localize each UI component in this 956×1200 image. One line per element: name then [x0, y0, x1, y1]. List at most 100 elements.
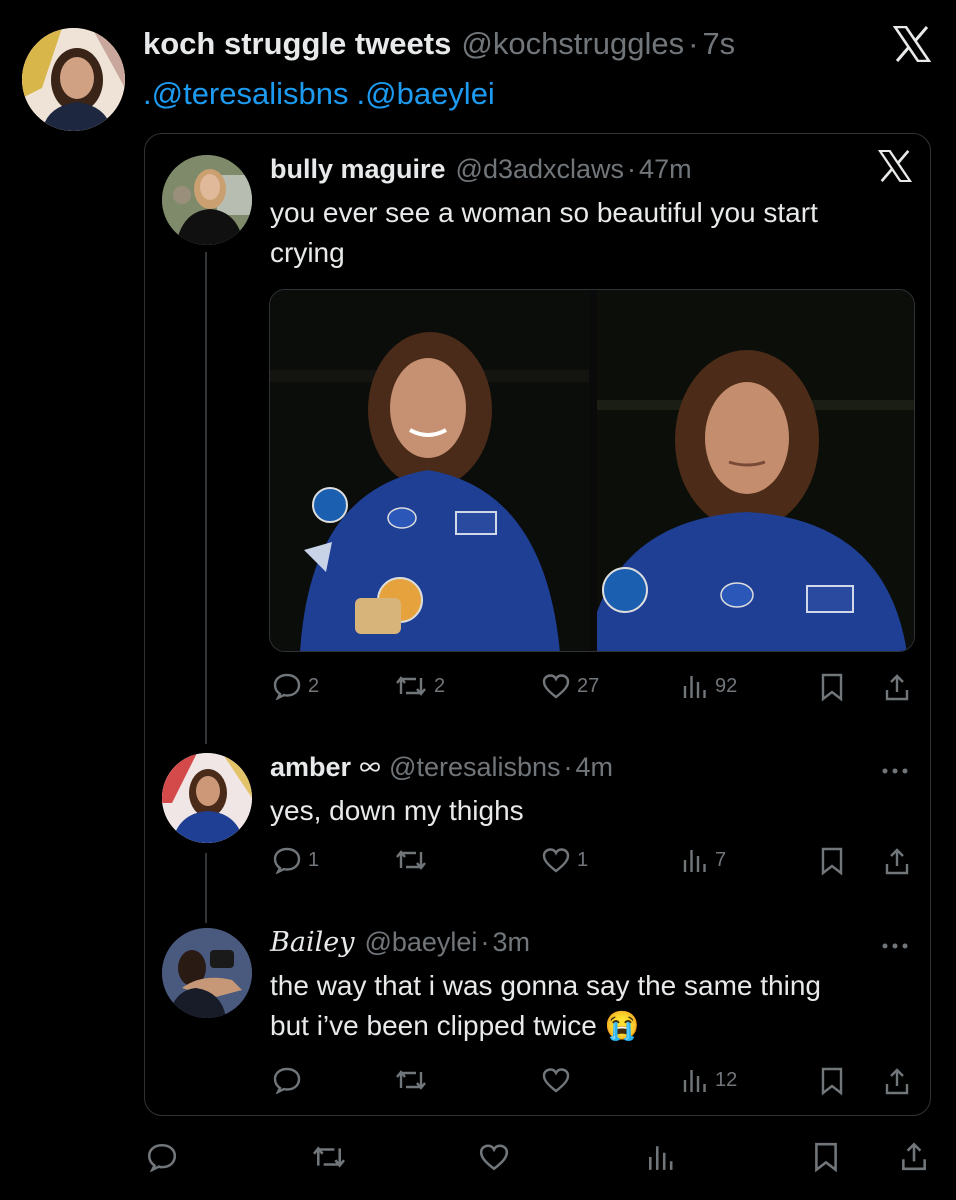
more-options-icon[interactable]: [880, 937, 910, 949]
tweet-text-line: but i’ve been clipped twice: [270, 1010, 597, 1041]
reply1-handle[interactable]: @teresalisbns: [389, 752, 560, 783]
like-count: 1: [577, 848, 589, 871]
main-bookmark-button[interactable]: [812, 1141, 840, 1173]
avatar-photo: [162, 155, 252, 245]
view-count: 7: [715, 848, 727, 871]
like-button[interactable]: 27: [541, 672, 599, 700]
reply2-handle[interactable]: @baeylei: [364, 927, 477, 958]
media-photo-left[interactable]: [270, 290, 589, 651]
heart-icon: [542, 1068, 570, 1093]
reply2-avatar[interactable]: [162, 928, 252, 1018]
bookmark-icon: [821, 847, 843, 876]
reply1-avatar[interactable]: [162, 753, 252, 843]
main-views-button[interactable]: [646, 1142, 676, 1172]
repost-icon: [396, 850, 426, 870]
reply-button[interactable]: 1: [272, 846, 319, 874]
mention-teresalisbns[interactable]: .@teresalisbns: [143, 76, 349, 112]
separator-dot: ·: [627, 153, 637, 184]
quoted-tweet-text: you ever see a woman so beautiful you st…: [270, 193, 818, 273]
reply-button[interactable]: [272, 1066, 302, 1094]
repost-button[interactable]: [394, 1066, 428, 1094]
reply-icon: [273, 673, 301, 700]
main-repost-button[interactable]: [310, 1142, 348, 1172]
analytics-icon: [683, 850, 706, 872]
share-icon: [885, 674, 909, 701]
reply-icon: [273, 847, 301, 874]
bookmark-icon: [815, 1142, 837, 1173]
more-options-icon[interactable]: [880, 762, 910, 774]
reply2-display-name[interactable]: Bailey: [270, 927, 354, 958]
main-display-name[interactable]: koch struggle tweets: [143, 26, 451, 62]
reply1-display-name[interactable]: amber: [270, 752, 351, 783]
main-tweet-header: koch struggle tweets @kochstruggles · 7s: [143, 24, 735, 64]
astronaut-photo: [270, 290, 589, 651]
mention-baeylei[interactable]: .@baeylei: [357, 76, 495, 112]
tweet-text-line: you ever see a woman so beautiful you st…: [270, 197, 818, 228]
infinity-icon: [360, 762, 380, 772]
like-button[interactable]: 1: [541, 846, 588, 874]
avatar-photo: [162, 928, 252, 1018]
repost-icon: [312, 1146, 346, 1168]
quoted-handle[interactable]: @d3adxclaws: [456, 154, 625, 185]
tweet-text-line: the way that i was gonna say the same th…: [270, 970, 821, 1001]
separator-dot: ·: [688, 26, 699, 61]
share-button[interactable]: [883, 1066, 911, 1096]
separator-dot: ·: [563, 751, 573, 782]
like-button[interactable]: [541, 1066, 571, 1094]
analytics-icon: [683, 676, 706, 698]
quoted-media-grid[interactable]: [269, 289, 915, 652]
quoted-display-name[interactable]: bully maguire: [270, 154, 446, 185]
analytics-icon: [649, 1146, 673, 1170]
quoted-tweet-header: bully maguire @d3adxclaws · 47m: [270, 152, 692, 186]
share-icon: [885, 848, 909, 875]
share-icon: [902, 1142, 926, 1171]
heart-icon: [542, 848, 570, 873]
main-share-button[interactable]: [899, 1140, 929, 1172]
view-count: 92: [715, 674, 738, 697]
x-logo-icon[interactable]: [893, 26, 931, 62]
main-like-button[interactable]: [477, 1142, 511, 1172]
reply-icon: [147, 1143, 177, 1172]
repost-button[interactable]: 2: [394, 672, 445, 700]
repost-button[interactable]: [394, 846, 428, 874]
bookmark-icon: [821, 1067, 843, 1096]
separator-dot: ·: [480, 926, 490, 957]
views-button[interactable]: 12: [681, 1066, 737, 1094]
main-timestamp[interactable]: 7s: [702, 26, 735, 62]
avatar-photo: [22, 28, 125, 131]
astronaut-photo: [597, 290, 914, 651]
tweet-text-line-with-emoji: but i’ve been clipped twice 😭: [270, 1006, 821, 1046]
quoted-timestamp[interactable]: 47m: [639, 154, 692, 185]
repost-icon: [396, 1070, 426, 1090]
views-button[interactable]: 92: [681, 672, 737, 700]
views-button[interactable]: 7: [681, 846, 726, 874]
bookmark-button[interactable]: [819, 1066, 845, 1096]
share-button[interactable]: [883, 672, 911, 702]
share-icon: [885, 1068, 909, 1095]
heart-icon: [479, 1144, 509, 1171]
media-photo-right[interactable]: [597, 290, 914, 651]
thread-connector-line: [205, 252, 207, 744]
main-tweet-mentions: .@teresalisbns .@baeylei: [143, 74, 495, 114]
repost-count: 2: [434, 674, 446, 697]
reply1-timestamp[interactable]: 4m: [576, 752, 614, 783]
x-logo-icon[interactable]: [878, 150, 912, 182]
reply2-timestamp[interactable]: 3m: [492, 927, 530, 958]
reply2-text: the way that i was gonna say the same th…: [270, 966, 821, 1046]
reply-button[interactable]: 2: [272, 672, 319, 700]
main-avatar[interactable]: [22, 28, 125, 131]
main-reply-button[interactable]: [146, 1142, 178, 1172]
reply1-header: amber @teresalisbns · 4m: [270, 750, 613, 784]
bookmark-icon: [821, 673, 843, 702]
main-handle[interactable]: @kochstruggles: [461, 26, 684, 62]
quoted-avatar[interactable]: [162, 155, 252, 245]
reply-icon: [273, 1067, 301, 1094]
share-button[interactable]: [883, 846, 911, 876]
repost-icon: [396, 676, 426, 696]
bookmark-button[interactable]: [819, 846, 845, 876]
view-count: 12: [715, 1068, 738, 1091]
bookmark-button[interactable]: [819, 672, 845, 702]
analytics-icon: [683, 1070, 706, 1092]
avatar-photo: [162, 753, 252, 843]
reply-count: 2: [308, 674, 320, 697]
